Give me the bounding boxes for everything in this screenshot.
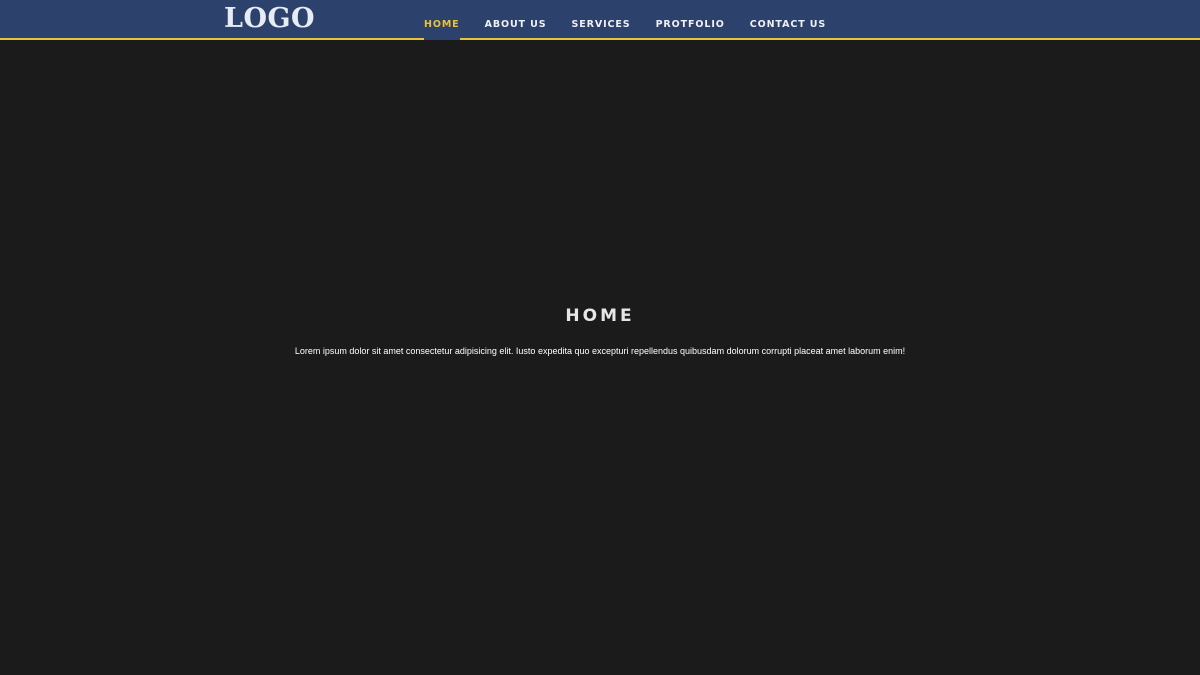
nav-item-services[interactable]: SERVICES (572, 0, 631, 38)
nav-item-about-us[interactable]: ABOUT US (485, 0, 547, 38)
nav-item-home[interactable]: HOME (424, 0, 460, 40)
site-logo[interactable]: LOGO (224, 1, 315, 37)
site-header: LOGO HOME ABOUT US SERVICES PROTFOLIO CO… (0, 0, 1200, 40)
hero-title: HOME (565, 306, 635, 326)
main-nav: HOME ABOUT US SERVICES PROTFOLIO CONTACT… (424, 0, 851, 40)
nav-item-contact-us[interactable]: CONTACT US (750, 0, 826, 38)
hero-text: Lorem ipsum dolor sit amet consectetur a… (294, 346, 906, 356)
nav-item-portfolio[interactable]: PROTFOLIO (656, 0, 725, 38)
main-content: HOME Lorem ipsum dolor sit amet consecte… (0, 40, 1200, 675)
